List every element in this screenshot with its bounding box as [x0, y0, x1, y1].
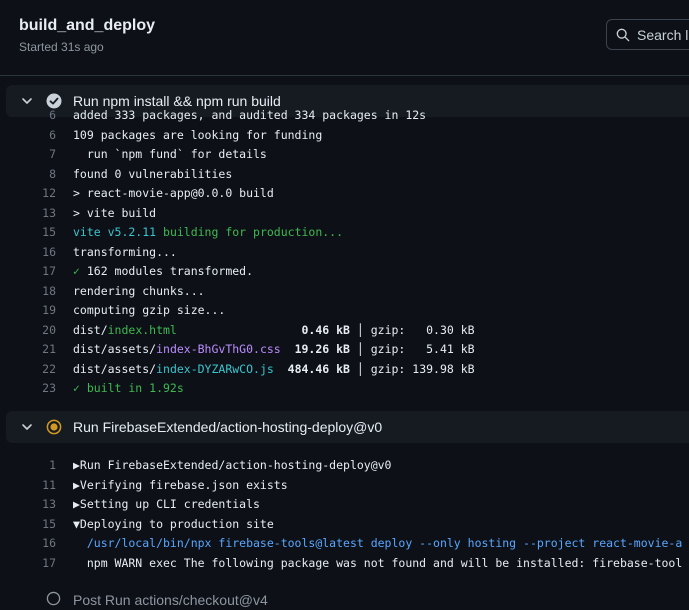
log-text: > vite build: [73, 204, 156, 223]
log-segment: found 0 vulnerabilities: [73, 166, 233, 181]
log-segment: dist/assets/: [73, 361, 157, 376]
log-text: transforming...: [73, 243, 177, 262]
log-segment: dist/: [73, 322, 108, 337]
log-text: added 333 packages, and audited 334 pack…: [73, 106, 426, 125]
line-number[interactable]: 20: [28, 321, 56, 340]
line-number[interactable]: 18: [28, 282, 56, 301]
log-segment: npm WARN exec The following package was …: [73, 555, 683, 570]
line-number[interactable]: 19: [28, 301, 56, 320]
log-segment: │ gzip: 139.98 kB: [349, 361, 475, 376]
line-number[interactable]: 7: [28, 145, 56, 164]
log-segment: ▶Verifying firebase.json exists: [73, 477, 288, 492]
log-segment: computing gzip size...: [73, 303, 226, 317]
line-number[interactable]: 15: [28, 223, 56, 242]
log-segment: run `npm fund` for details: [73, 147, 267, 161]
line-number[interactable]: 13: [28, 204, 56, 223]
search-icon: [616, 28, 630, 42]
log-text: npm WARN exec The following package was …: [73, 554, 682, 573]
log-segment: dist/assets/: [73, 342, 157, 356]
job-started-time: Started 31s ago: [19, 40, 104, 54]
log-segment: > vite build: [73, 205, 157, 220]
log-segment: 484.46 kB: [287, 361, 350, 376]
log-segment: /usr/local/bin/npx firebase-tools@latest…: [73, 536, 683, 550]
log-segment: index-BhGvThG0.css: [156, 342, 281, 356]
step-title: Post Run actions/checkout@v4: [73, 592, 268, 608]
line-number[interactable]: 6: [28, 106, 56, 125]
log-text: dist/assets/index-DYZARwCO.js 484.46 kB …: [73, 360, 475, 379]
step-header-post-checkout[interactable]: Post Run actions/checkout@v4: [0, 585, 689, 610]
log-text: dist/assets/index-BhGvThG0.css 19.26 kB …: [73, 340, 475, 359]
line-number[interactable]: 21: [28, 340, 56, 359]
line-number[interactable]: 13: [28, 495, 56, 514]
log-search-box[interactable]: [606, 19, 689, 50]
log-text: /usr/local/bin/npx firebase-tools@latest…: [73, 534, 682, 553]
log-text: rendering chunks...: [73, 282, 205, 301]
log-segment: ▶Setting up CLI credentials: [73, 497, 260, 511]
log-text: ▶Setting up CLI credentials: [73, 495, 260, 514]
line-number[interactable]: 6: [28, 126, 56, 145]
log-segment: │ gzip: 0.30 kB: [349, 322, 475, 337]
line-number[interactable]: 15: [28, 515, 56, 534]
log-text: found 0 vulnerabilities: [73, 165, 232, 184]
step-log-firebase-deploy: 1 ▶Run FirebaseExtended/action-hosting-de…: [0, 454, 689, 579]
log-text: ▶Run FirebaseExtended/action-hosting-dep…: [73, 456, 392, 475]
log-text: vite v5.2.11 building for production...: [73, 223, 343, 242]
log-segment: transforming...: [73, 244, 177, 259]
log-text: 109 packages are looking for funding: [73, 126, 322, 145]
log-segment: [177, 323, 302, 337]
line-number[interactable]: 23: [28, 379, 56, 398]
log-segment: building for production...: [156, 225, 344, 239]
job-title: build_and_deploy: [19, 17, 156, 34]
line-number[interactable]: 11: [28, 476, 56, 495]
log-segment: ▶Run FirebaseExtended/action-hosting-dep…: [73, 458, 392, 472]
line-number[interactable]: 8: [28, 165, 56, 184]
log-text: > react-movie-app@0.0.0 build: [73, 184, 274, 203]
step-header-firebase-deploy[interactable]: Run FirebaseExtended/action-hosting-depl…: [6, 411, 689, 443]
search-input[interactable]: [637, 24, 689, 46]
log-segment: index-DYZARwCO.js: [156, 361, 274, 376]
log-segment: 162 modules transformed.: [79, 264, 254, 278]
log-segment: vite v5.2.11: [73, 225, 157, 239]
log-text: dist/index.html 0.46 kB │ gzip: 0.30 kB: [73, 321, 475, 340]
step-title: Run FirebaseExtended/action-hosting-depl…: [73, 419, 383, 435]
log-segment: 0.46 kB: [301, 322, 350, 337]
line-number[interactable]: 22: [28, 360, 56, 379]
in-progress-icon: [46, 419, 62, 435]
log-segment: ✓: [73, 264, 80, 278]
log-segment: [281, 342, 295, 356]
line-number[interactable]: 12: [28, 184, 56, 203]
log-segment: ✓ built in 1.92s: [73, 381, 184, 395]
line-number[interactable]: 17: [28, 262, 56, 281]
log-text: computing gzip size...: [73, 301, 225, 320]
log-segment: index.html: [107, 322, 177, 337]
pending-circle-icon: [46, 591, 61, 606]
line-number[interactable]: 1: [28, 456, 56, 475]
line-number[interactable]: 16: [28, 534, 56, 553]
log-text: ▼Deploying to production site: [73, 515, 274, 534]
line-number[interactable]: 16: [28, 243, 56, 262]
log-segment: rendering chunks...: [73, 283, 205, 298]
log-text: ▶Verifying firebase.json exists: [73, 476, 288, 495]
step-log-npm-build: 6 added 333 packages, and audited 334 pac…: [0, 108, 689, 398]
log-segment: 109 packages are looking for funding: [73, 127, 323, 142]
log-segment: ▼Deploying to production site: [73, 516, 274, 531]
log-segment: [274, 362, 288, 376]
chevron-down-icon[interactable]: [21, 421, 33, 433]
log-text: ✓ 162 modules transformed.: [73, 262, 253, 281]
log-segment: 19.26 kB: [294, 342, 350, 356]
log-text: ✓ built in 1.92s: [73, 379, 184, 398]
log-segment: │ gzip: 5.41 kB: [349, 342, 475, 356]
job-header: build_and_deploy Started 31s ago: [0, 0, 689, 76]
log-segment: added 333 packages, and audited 334 pack…: [73, 108, 427, 122]
line-number[interactable]: 17: [28, 554, 56, 573]
log-text: run `npm fund` for details: [73, 145, 267, 164]
log-segment: > react-movie-app@0.0.0 build: [73, 186, 274, 200]
